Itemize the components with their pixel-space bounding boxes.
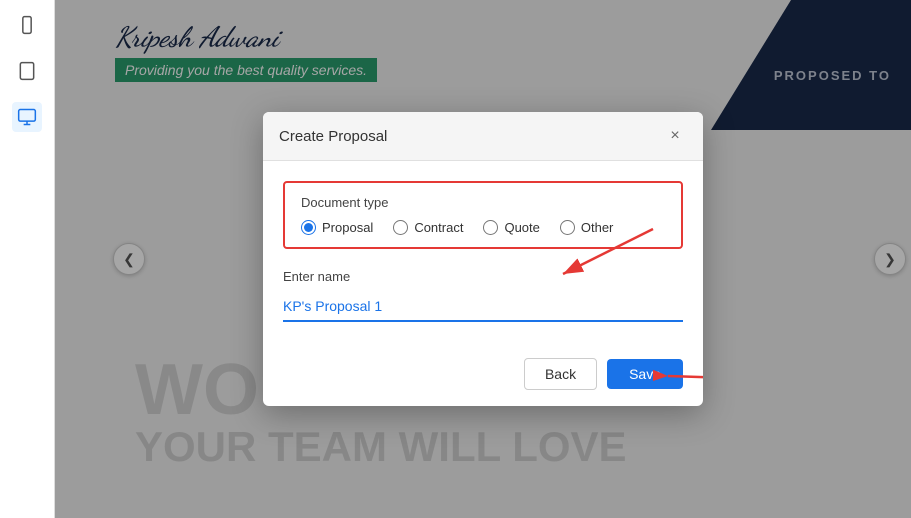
save-button[interactable]: Save [607,359,683,389]
name-section: Enter name [283,269,683,322]
back-button[interactable]: Back [524,358,597,390]
radio-other-input[interactable] [560,220,575,235]
modal-overlay: Create Proposal × Document type Proposal [55,0,911,518]
sidebar-mobile-icon[interactable] [12,10,42,40]
radio-other-label: Other [581,220,614,235]
create-proposal-modal: Create Proposal × Document type Proposal [263,112,703,406]
radio-contract[interactable]: Contract [393,220,463,235]
radio-other[interactable]: Other [560,220,614,235]
document-type-radio-group: Proposal Contract Quote [301,220,665,235]
radio-proposal-input[interactable] [301,220,316,235]
modal-body: Document type Proposal Contract [263,161,703,348]
radio-contract-label: Contract [414,220,463,235]
radio-proposal[interactable]: Proposal [301,220,373,235]
document-type-section: Document type Proposal Contract [283,181,683,249]
modal-close-button[interactable]: × [663,124,687,148]
document-type-label: Document type [301,195,665,210]
sidebar-desktop-icon[interactable] [12,102,42,132]
modal-header: Create Proposal × [263,112,703,161]
radio-quote[interactable]: Quote [483,220,539,235]
name-input[interactable] [283,292,683,322]
modal-title: Create Proposal [279,128,387,145]
radio-proposal-label: Proposal [322,220,373,235]
name-label: Enter name [283,269,683,284]
radio-quote-label: Quote [504,220,539,235]
modal-footer: Back Save [263,348,703,406]
sidebar [0,0,55,518]
sidebar-tablet-icon[interactable] [12,56,42,86]
main-content: Kripesh Adwani Providing you the best qu… [55,0,911,518]
radio-quote-input[interactable] [483,220,498,235]
radio-contract-input[interactable] [393,220,408,235]
